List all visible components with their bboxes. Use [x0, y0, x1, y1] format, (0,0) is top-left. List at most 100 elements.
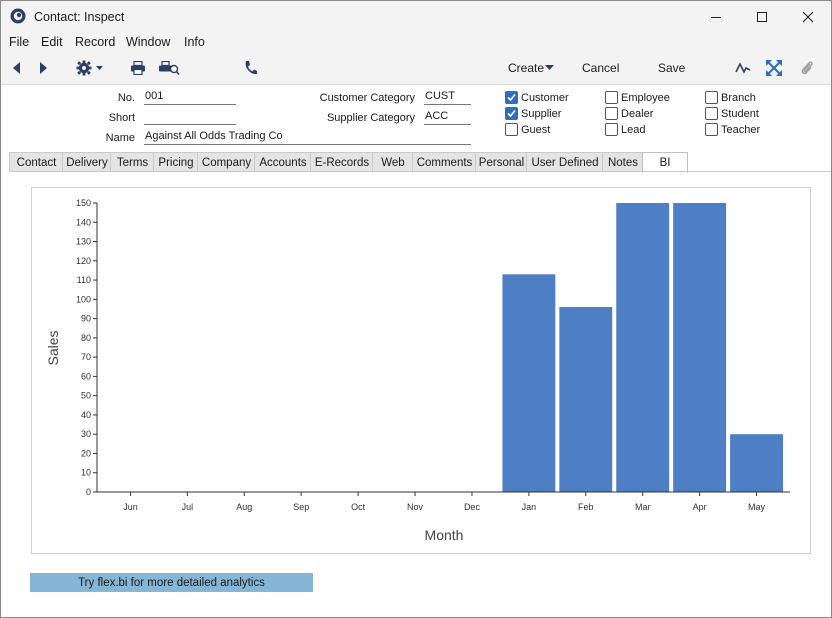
x-tick-label: Feb [578, 502, 594, 512]
checkmark-icon [507, 109, 516, 118]
minimize-button[interactable] [693, 1, 739, 32]
y-axis-label: Sales [45, 330, 61, 365]
y-tick-label: 20 [81, 448, 91, 458]
guest-checkbox-label: Guest [521, 124, 551, 136]
y-tick-label: 80 [81, 333, 91, 343]
print-button[interactable] [129, 60, 147, 76]
cancel-button[interactable]: Cancel [582, 61, 619, 75]
student-checkbox[interactable] [705, 107, 718, 120]
arrow-left-icon [13, 62, 20, 74]
menu-record[interactable]: Record [75, 35, 115, 49]
guest-checkbox[interactable] [505, 123, 518, 136]
x-tick-label: Apr [693, 502, 707, 512]
no-field[interactable]: 001 [144, 90, 236, 105]
title-bar: Contact: Inspect [1, 1, 831, 32]
flexbi-button[interactable]: Try flex.bi for more detailed analytics [30, 573, 313, 592]
no-label: No. [117, 92, 135, 104]
supplier-category-label: Supplier Category [326, 112, 415, 124]
tab-accounts[interactable]: Accounts [254, 152, 312, 172]
name-label: Name [105, 132, 135, 144]
chevron-down-icon [545, 65, 554, 70]
activity-icon [735, 62, 751, 74]
previous-record-button[interactable] [9, 60, 23, 76]
save-button[interactable]: Save [658, 61, 685, 75]
bar-jan [502, 274, 556, 492]
y-tick-label: 100 [76, 294, 91, 304]
y-tick-label: 40 [81, 410, 91, 420]
tab-comments[interactable]: Comments [412, 152, 477, 172]
menu-file[interactable]: File [9, 35, 29, 49]
short-field[interactable] [144, 110, 236, 125]
close-button[interactable] [785, 1, 831, 32]
customer-category-label: Customer Category [319, 92, 415, 104]
print-preview-icon [159, 61, 180, 75]
y-tick-label: 90 [81, 314, 91, 324]
attachment-button[interactable] [798, 59, 816, 77]
next-record-button[interactable] [37, 60, 51, 76]
y-tick-label: 60 [81, 371, 91, 381]
expand-button[interactable] [765, 59, 783, 77]
activity-button[interactable] [734, 60, 752, 76]
short-label: Short [108, 112, 135, 124]
x-tick-label: Jul [182, 502, 194, 512]
x-axis-label: Month [425, 527, 464, 543]
y-tick-label: 0 [86, 487, 91, 497]
customer-checkbox[interactable] [505, 91, 518, 104]
teacher-checkbox[interactable] [705, 123, 718, 136]
employee-checkbox-label: Employee [621, 92, 670, 104]
bar-may [730, 434, 783, 492]
supplier-checkbox[interactable] [505, 107, 518, 120]
supplier-checkbox-label: Supplier [521, 108, 562, 120]
employee-checkbox[interactable] [605, 91, 618, 104]
minimize-icon [711, 16, 721, 18]
tab-delivery[interactable]: Delivery [62, 152, 112, 172]
tab-pricing[interactable]: Pricing [153, 152, 199, 172]
dealer-checkbox[interactable] [605, 107, 618, 120]
chart-frame: 0 10 20 30 40 50 60 70 80 90 100 110 120 130 140 150 Ju… [31, 187, 811, 554]
tab-e-records[interactable]: E-Records [310, 152, 374, 172]
tab-notes[interactable]: Notes [602, 152, 644, 172]
y-tick-label: 30 [81, 429, 91, 439]
print-preview-button[interactable] [157, 60, 181, 76]
y-tick-label: 70 [81, 352, 91, 362]
bar-feb [559, 307, 613, 492]
maximize-button[interactable] [739, 1, 785, 32]
operations-menu-button[interactable] [75, 59, 107, 77]
customer-category-field[interactable]: CUST [424, 90, 471, 105]
tab-contact[interactable]: Contact [9, 152, 64, 172]
x-tick-label: Aug [236, 502, 252, 512]
window-title: Contact: Inspect [34, 10, 125, 24]
bar-apr [673, 203, 727, 492]
lead-checkbox-label: Lead [621, 124, 646, 136]
tab-terms[interactable]: Terms [110, 152, 155, 172]
tab-user-defined[interactable]: User Defined [526, 152, 604, 172]
name-field[interactable]: Against All Odds Trading Co [144, 130, 471, 145]
menu-edit[interactable]: Edit [41, 35, 63, 49]
x-tick-label: Mar [635, 502, 651, 512]
y-tick-label: 130 [76, 237, 91, 247]
tab-bi[interactable]: BI [642, 152, 688, 173]
supplier-category-field[interactable]: ACC [424, 110, 471, 125]
x-tick-label: May [748, 502, 766, 512]
lead-checkbox[interactable] [605, 123, 618, 136]
maximize-icon [757, 11, 767, 22]
menu-info[interactable]: Info [184, 35, 205, 49]
tab-company[interactable]: Company [197, 152, 256, 172]
x-axis-ticks: Jun Jul Aug Sep Oct Nov Dec Jan Feb Mar Apr May [123, 492, 766, 512]
branch-checkbox[interactable] [705, 91, 718, 104]
checkmark-icon [507, 93, 516, 102]
x-tick-label: Oct [351, 502, 366, 512]
x-tick-label: Dec [464, 502, 481, 512]
bar-mar [616, 203, 670, 492]
sales-chart: 0 10 20 30 40 50 60 70 80 90 100 110 120 130 140 150 Ju… [45, 198, 790, 543]
tab-personal[interactable]: Personal [475, 152, 528, 172]
student-checkbox-label: Student [721, 108, 759, 120]
y-tick-label: 140 [76, 217, 91, 227]
x-tick-label: Jun [123, 502, 138, 512]
menu-bar: File Edit Record Window Info [1, 32, 831, 52]
tab-web[interactable]: Web [372, 152, 414, 172]
create-button[interactable]: Create [508, 61, 544, 75]
x-tick-label: Nov [407, 502, 424, 512]
menu-window[interactable]: Window [126, 35, 170, 49]
call-button[interactable] [242, 59, 258, 77]
